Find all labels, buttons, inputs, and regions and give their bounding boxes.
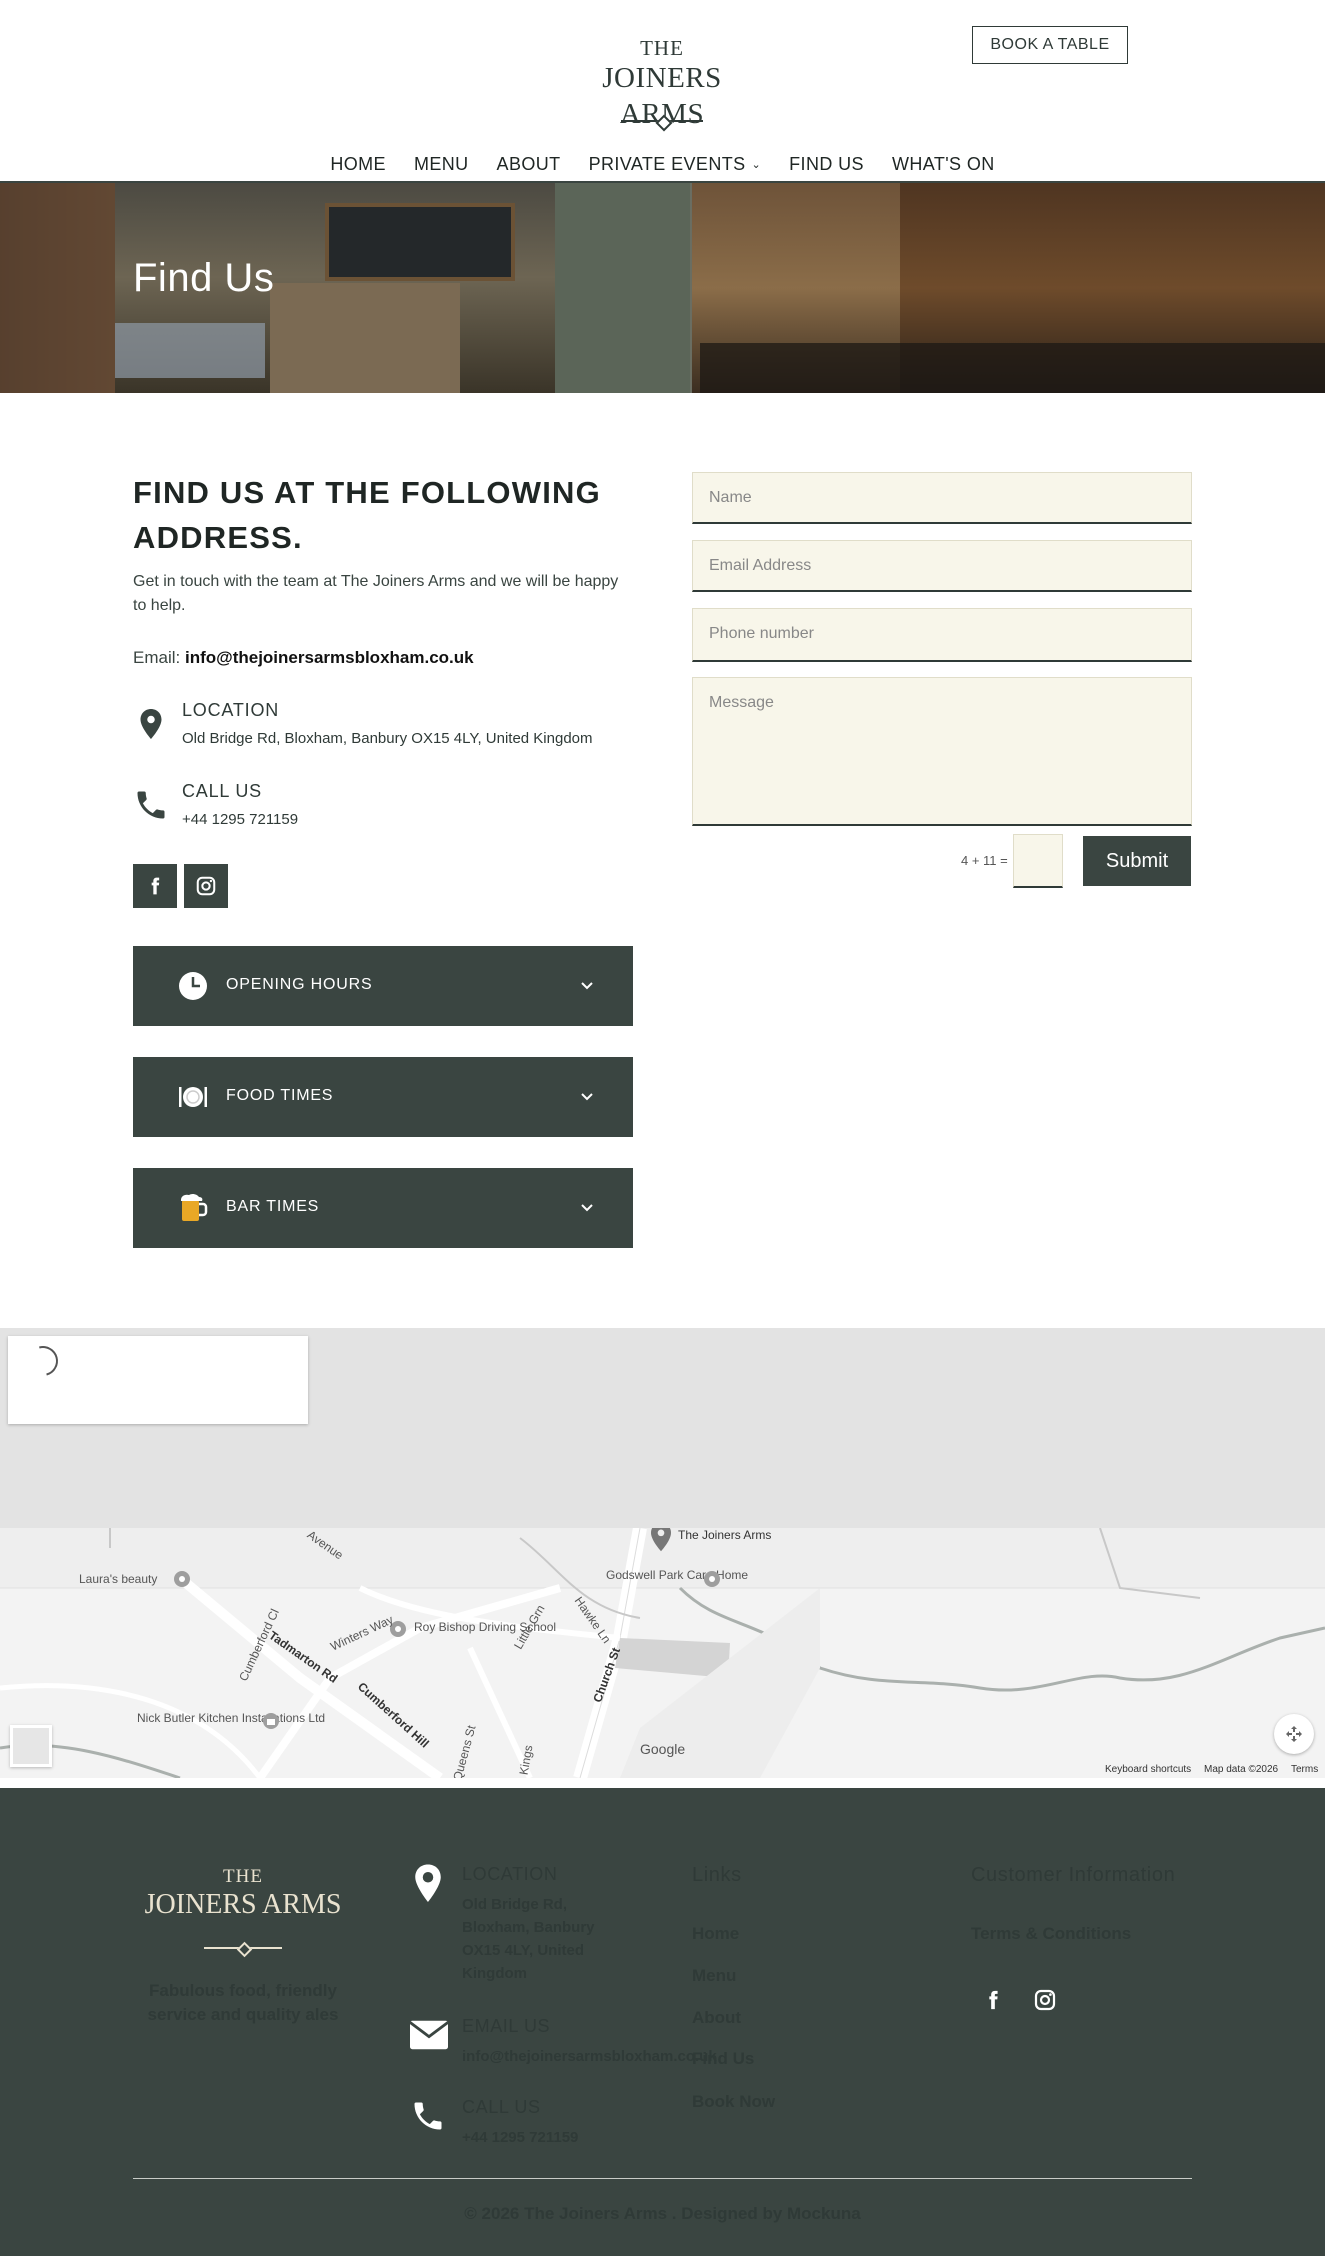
hero-image-shape	[555, 183, 690, 393]
nav-home[interactable]: HOME	[316, 152, 400, 179]
map-data-text: Map data ©2026	[1204, 1764, 1279, 1775]
map-terms-link[interactable]: Terms	[1291, 1764, 1318, 1775]
phone-icon	[414, 2102, 442, 2130]
location-label: LOCATION	[182, 700, 280, 720]
nav-private-events-label: PRIVATE EVENTS	[588, 154, 746, 174]
chevron-down-icon	[581, 1204, 593, 1212]
instagram-icon[interactable]	[1033, 1988, 1057, 2012]
footer-link-about[interactable]: About	[692, 2008, 741, 2028]
location-value: Old Bridge Rd, Bloxham, Banbury OX15 4LY…	[182, 730, 593, 747]
footer-logo-name: JOINERS ARMS	[144, 1889, 342, 1920]
map-place-label: The Joiners Arms	[678, 1528, 772, 1542]
instagram-icon	[196, 876, 216, 896]
facebook-icon[interactable]	[982, 1988, 1004, 2012]
submit-button[interactable]: Submit	[1083, 836, 1191, 886]
footer-logo-the: THE	[223, 1866, 263, 1887]
chevron-down-icon: ⌄	[751, 159, 762, 171]
hero-image-shape	[0, 183, 115, 393]
accordion-label: OPENING HOURS	[226, 976, 373, 993]
hero-bar-counter-shape	[700, 343, 1325, 393]
footer-location-value: Old Bridge Rd, Bloxham, Banbury OX15 4LY…	[462, 1896, 595, 1982]
fullscreen-icon	[1286, 1726, 1302, 1742]
map-label: Godswell Park Care Home	[606, 1568, 749, 1582]
chevron-down-icon	[581, 1093, 593, 1101]
name-field[interactable]: Name	[692, 472, 1192, 524]
accordion-bar-times[interactable]: BAR TIMES	[133, 1168, 633, 1248]
footer-link-find-us[interactable]: Find Us	[692, 2049, 754, 2069]
nav-private-events[interactable]: PRIVATE EVENTS ⌄	[575, 152, 776, 179]
map-poi-icon	[174, 1571, 190, 1587]
logo-the: THE	[640, 36, 684, 60]
call-label: CALL US	[182, 781, 262, 801]
footer-tagline: Fabulous food, friendly service and qual…	[147, 1981, 339, 2024]
call-value[interactable]: +44 1295 721159	[182, 811, 298, 828]
accordion-label: BAR TIMES	[226, 1198, 320, 1215]
address-heading: FIND US AT THE FOLLOWING ADDRESS.	[133, 475, 601, 555]
footer-terms-link[interactable]: Terms & Conditions	[971, 1924, 1131, 1944]
nav-about[interactable]: ABOUT	[483, 152, 575, 179]
footer-logo-divider	[204, 1946, 282, 1949]
captcha-input[interactable]	[1013, 834, 1063, 888]
facebook-button[interactable]	[133, 864, 177, 908]
map-fullscreen-button[interactable]	[1274, 1714, 1314, 1754]
hero-chalkboard-shape	[325, 203, 515, 281]
map-label: Nick Butler Kitchen Installations Ltd	[137, 1711, 326, 1725]
copyright: © 2026 The Joiners Arms . Designed by Mo…	[464, 2204, 861, 2223]
footer-links-heading: Links	[692, 1864, 742, 1886]
footer-link-book-now[interactable]: Book Now	[692, 2092, 775, 2112]
beer-mug-icon	[181, 1193, 208, 1221]
nav-menu[interactable]: MENU	[400, 152, 483, 179]
message-field[interactable]: Message	[692, 677, 1192, 826]
accordion-label: FOOD TIMES	[226, 1087, 334, 1104]
intro-text: Get in touch with the team at The Joiner…	[133, 573, 619, 614]
map-label: Laura's beauty	[79, 1572, 158, 1586]
envelope-icon	[410, 2020, 448, 2050]
email-label: Email:	[133, 648, 181, 667]
hero-fireplace-shape	[270, 283, 460, 393]
captcha-label: 4 + 11 =	[961, 853, 1008, 868]
email-link[interactable]: info@thejoinersarmsbloxham.co.uk	[185, 648, 474, 667]
footer-link-menu[interactable]: Menu	[692, 1966, 736, 1986]
map-poi-icon	[704, 1571, 720, 1587]
map-pin-icon	[415, 1864, 441, 1902]
instagram-button[interactable]	[184, 864, 228, 908]
map-pin-icon	[140, 709, 162, 739]
map-poi-icon	[263, 1713, 279, 1729]
phone-icon	[137, 791, 165, 819]
footer-call-label: CALL US	[462, 2097, 541, 2117]
map-street-view-control[interactable]	[10, 1725, 52, 1767]
site-header: THE JOINERS ARMS BOOK A TABLE HOME MENU …	[0, 0, 1325, 183]
footer-email-label: EMAIL US	[462, 2016, 551, 2036]
map-pin-icon	[651, 1528, 671, 1552]
footer-divider	[133, 2178, 1192, 2179]
main-nav: HOME MENU ABOUT PRIVATE EVENTS ⌄ FIND US …	[0, 152, 1325, 179]
hero-banner: Find Us	[0, 183, 1325, 393]
loading-spinner-icon	[22, 1340, 64, 1382]
book-a-table-button[interactable]: BOOK A TABLE	[972, 26, 1128, 64]
google-logo: Google	[640, 1741, 686, 1757]
facebook-icon	[151, 877, 160, 895]
chevron-down-icon	[581, 982, 593, 990]
clock-icon	[179, 972, 207, 1000]
footer-call-value[interactable]: +44 1295 721159	[462, 2126, 578, 2149]
accordion-opening-hours[interactable]: OPENING HOURS	[133, 946, 633, 1026]
page-title: Find Us	[133, 256, 275, 300]
email-line: Email: info@thejoinersarmsbloxham.co.uk	[133, 648, 474, 668]
map-info-card	[8, 1336, 308, 1424]
footer-email-value[interactable]: info@thejoinersarmsbloxham.co.uk	[462, 2045, 717, 2068]
email-field[interactable]: Email Address	[692, 540, 1192, 592]
nav-whats-on[interactable]: WHAT'S ON	[878, 152, 1009, 179]
footer-customer-heading: Customer Information	[971, 1864, 1176, 1886]
accordion-food-times[interactable]: FOOD TIMES	[133, 1057, 633, 1137]
nav-find-us[interactable]: FIND US	[775, 152, 878, 179]
phone-field[interactable]: Phone number	[692, 608, 1192, 662]
footer-location-label: LOCATION	[462, 1864, 558, 1884]
footer-link-home[interactable]: Home	[692, 1924, 739, 1944]
hero-seating-shape	[115, 323, 265, 378]
logo-divider	[621, 119, 703, 122]
keyboard-shortcuts-link[interactable]: Keyboard shortcuts	[1105, 1764, 1191, 1775]
footer-logo[interactable]: THE JOINERS ARMS	[143, 1866, 343, 1922]
plate-cutlery-icon	[179, 1087, 207, 1107]
